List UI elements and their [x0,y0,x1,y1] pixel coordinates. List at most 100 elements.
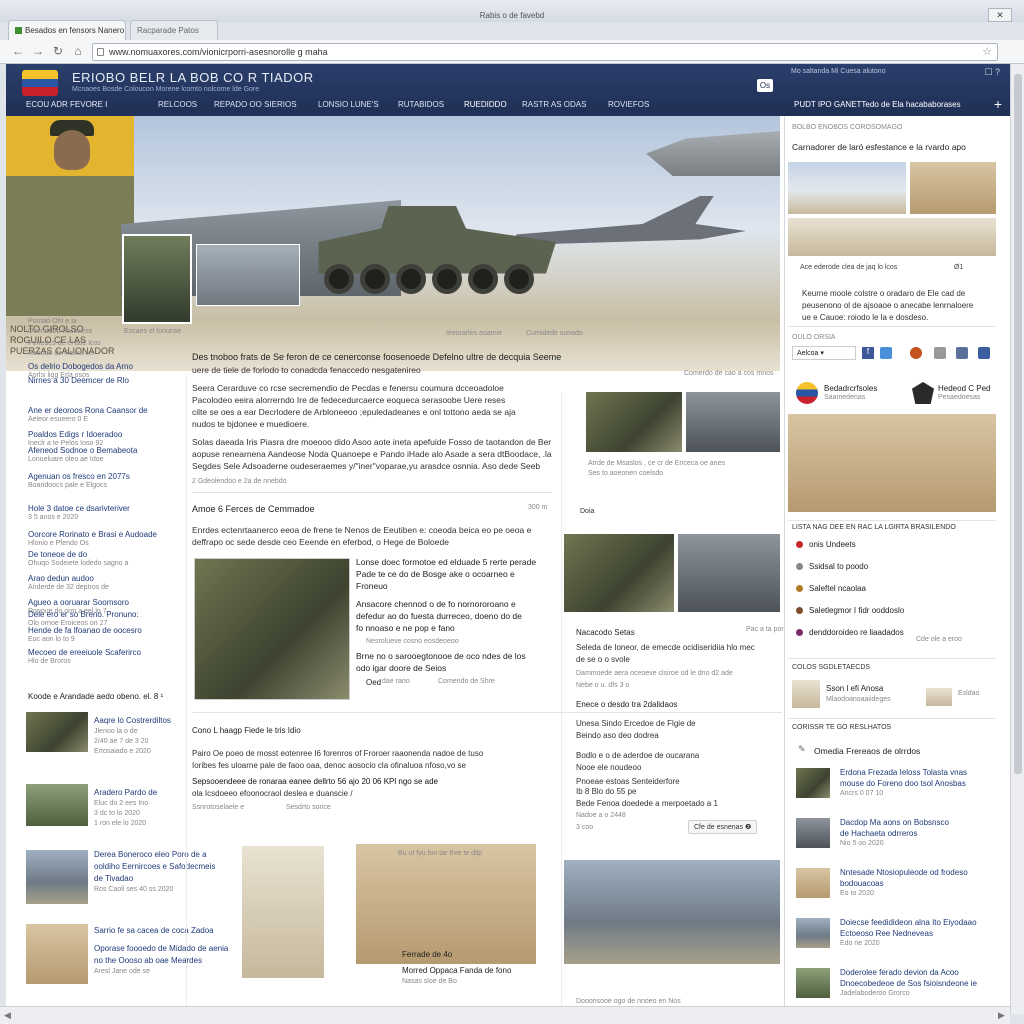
left-news-title[interactable]: Agenuan os fresco en 2077s [28,472,130,481]
reload-icon[interactable]: ↻ [50,44,66,58]
gallery-tower-photo[interactable] [242,846,324,978]
print-icon[interactable] [956,347,968,359]
warship-photo[interactable] [678,534,780,612]
thumb-title-line[interactable]: de Tivadao [94,874,133,883]
sidebar-desert-photo[interactable] [910,162,996,214]
article3-title[interactable]: Cono L haagp Fiede le tris Idio [192,726,301,735]
hero-inset-photo[interactable] [122,234,192,324]
sidebar-list-item[interactable]: onis Undeets [796,540,856,549]
mid-right2-line[interactable]: Beindo aso deo dodrea [576,730,659,742]
plus-icon[interactable]: + [994,96,1002,112]
gallery-harbor-photo[interactable] [564,860,780,964]
feature-tag[interactable]: Oed [366,678,381,687]
news-title[interactable]: Dnoecobedeoe de Sos fsioisndeone ie [840,979,977,988]
bookmark-star-icon[interactable]: ☆ [982,45,992,58]
thumbnail-image[interactable] [26,712,88,752]
sidebar-aircraft-photo[interactable] [788,414,996,512]
rss-icon[interactable] [910,347,922,359]
feature-caption[interactable]: Froneuo [356,580,388,592]
vertical-scrollbar[interactable] [1010,64,1024,1014]
tank-photo[interactable] [686,392,780,452]
mid-right3-line[interactable]: Bodlo e o de aderdoe de oucarana [576,750,699,762]
news-title[interactable]: Doderolee ferado devion da Acoo [840,968,959,977]
nav-item[interactable]: RELCOOS [158,100,197,109]
address-bar[interactable]: www.nomuaxores.com/vionicrporri-asesnoro… [92,43,998,61]
gallery-port-photo[interactable] [356,844,536,964]
news-thumbnail[interactable] [796,918,830,948]
site-title[interactable]: ERIOBO BELR LA BOB CO R TIADOR [72,70,314,85]
mail-icon[interactable] [934,347,946,359]
nav-item-active[interactable]: RUEDIDDO [464,100,507,109]
news-title[interactable]: bodouacoas [840,879,884,888]
promo-title[interactable]: Sson l efi Anosa [826,684,883,693]
header-icons[interactable]: ☐ ? [984,67,1000,78]
gallery-caption[interactable]: Ferrade de 4o [402,950,452,959]
share-select[interactable]: Aelcoa ▾ [792,346,856,360]
thumbnail-image[interactable] [26,850,88,904]
thumb-title[interactable]: Aradero Pardo de [94,788,157,797]
news-title[interactable]: Erdona Frezada Ieloss Tolasta vnas [840,768,967,777]
left-news-title[interactable]: Poaldos Edigs r Idoeradoo [28,430,122,439]
thumbnail-image[interactable] [26,924,88,984]
left-news-title[interactable]: Arao dedun audoo [28,574,94,583]
sidebar-list-item[interactable]: Ssidsal to poodo [796,562,868,571]
feature-caption[interactable]: Pade te ce do de Bosge ake o ocoarneo e [356,568,515,580]
left-news-title[interactable]: Os delrio Dobogedos da Arno [28,362,133,371]
tab-inactive[interactable]: Racparade Patos [130,20,218,40]
left-news-title[interactable]: Nirnes a 30 Deemcer de Rlo [28,376,129,385]
tab-active[interactable]: Besados en fensors Nanero× [8,20,126,40]
mid-right2-line[interactable]: Unesa Sindo Ercedoe de Flgie de [576,718,696,730]
sidebar-edit-label[interactable]: Omedia Frereaos de olrrdos [814,746,920,756]
news-title[interactable]: Nntesade Ntosiopuleode od frodeso [840,868,968,877]
mid-right3-line[interactable]: Nooe ele noudeoo [576,762,641,774]
nav-item[interactable]: ROVIEFOS [608,100,649,109]
flag-name[interactable]: Bedadrcrfsoles [824,384,877,393]
left-news-title[interactable]: Oorcore Rorinato e Brasi e Audoade [28,530,157,539]
thumb-title-line[interactable]: Oporase foooedo de Midado de aenia [94,944,228,953]
nav-item[interactable]: LONSIO LUNE'S [318,100,379,109]
thumb-title-line[interactable]: ooldiho Eernircoes e Safodecmeis [94,862,215,871]
feature-caption[interactable]: defedur ao do fuesta durreceo, doeno do … [356,610,522,622]
forward-icon[interactable]: → [30,44,46,58]
search-button[interactable]: Os [757,79,773,92]
left-news-title[interactable]: Afeneod Sodnoe o Bemabeota [28,446,137,455]
left-news-title[interactable]: De toneoe de do [28,550,87,559]
left-news-title[interactable]: Mecoeo de ereeiuole Scaferirco [28,648,141,657]
scroll-left-icon[interactable]: ◀ [4,1010,11,1021]
more-gallery-button[interactable]: Cfe de esnenas ❷ [688,820,758,834]
scroll-right-icon[interactable]: ▶ [998,1010,1005,1021]
feature-tag[interactable]: Comendo de Shre [438,678,495,685]
news-thumbnail[interactable] [796,868,830,898]
promo-thumbnail-2[interactable] [926,688,952,706]
sidebar-building-photo[interactable] [788,218,996,256]
mid-right5-line[interactable]: Bede Fenoa doedede a merpoetado a 1 [576,798,718,810]
news-title[interactable]: Dacdop Ma aons on Bobsnsco [840,818,949,827]
sidebar-list-item[interactable]: Saleftel ncaolaa [796,584,866,593]
sidebar-lead[interactable]: Carnadorer de laró esfestance e la rvard… [792,142,966,152]
nav-item[interactable]: REPADO OO SIERIOS [214,100,297,109]
sidebar-heli-photo[interactable] [788,162,906,214]
feature-caption[interactable]: Ansacore chennod o de fo nornororoano e [356,598,516,610]
site-logo[interactable] [22,70,58,96]
share-icon[interactable] [880,347,892,359]
news-title[interactable]: de Hachaeta odrreros [840,829,917,838]
left-news-title[interactable]: Hende de fa lfoanao de oocesro [28,626,142,635]
news-title[interactable]: mouse do Foreno doo tsol Anosbas [840,779,966,788]
bookmark-icon[interactable] [978,347,990,359]
news-thumbnail[interactable] [796,968,830,998]
hero-inset-photo-2[interactable] [196,244,300,306]
horizontal-scrollbar[interactable]: ◀ ▶ [0,1006,1010,1024]
left-news-title[interactable]: Dele ero er so Breno. Pronuno: [28,610,139,619]
feature-caption[interactable]: Brne no o sarooegtonooe de oco ndes de l… [356,650,526,662]
left-news-title[interactable]: Hole 3 datoe ce dsarivteriver [28,504,130,513]
feature-caption[interactable]: odo igar doore de Seios [356,662,446,674]
news-title[interactable]: Ectoeoso Ree Nedneveas [840,929,933,938]
nav-item[interactable]: RASTR AS ODAS [522,100,586,109]
news-thumbnail[interactable] [796,768,830,798]
left-news-title[interactable]: Ane er deoroos Rona Caansor de [28,406,148,415]
window-close-button[interactable]: ✕ [988,8,1012,22]
thumb-title[interactable]: Derea Boneroco eleo Poro de a [94,850,207,859]
soldiers-photo[interactable] [586,392,682,452]
left-list-footer[interactable]: Koode e Arandade aedo obeno. el. 8 ¹ [28,692,163,701]
feature-caption[interactable]: fo nnoaso e ne pop e fano [356,622,455,634]
